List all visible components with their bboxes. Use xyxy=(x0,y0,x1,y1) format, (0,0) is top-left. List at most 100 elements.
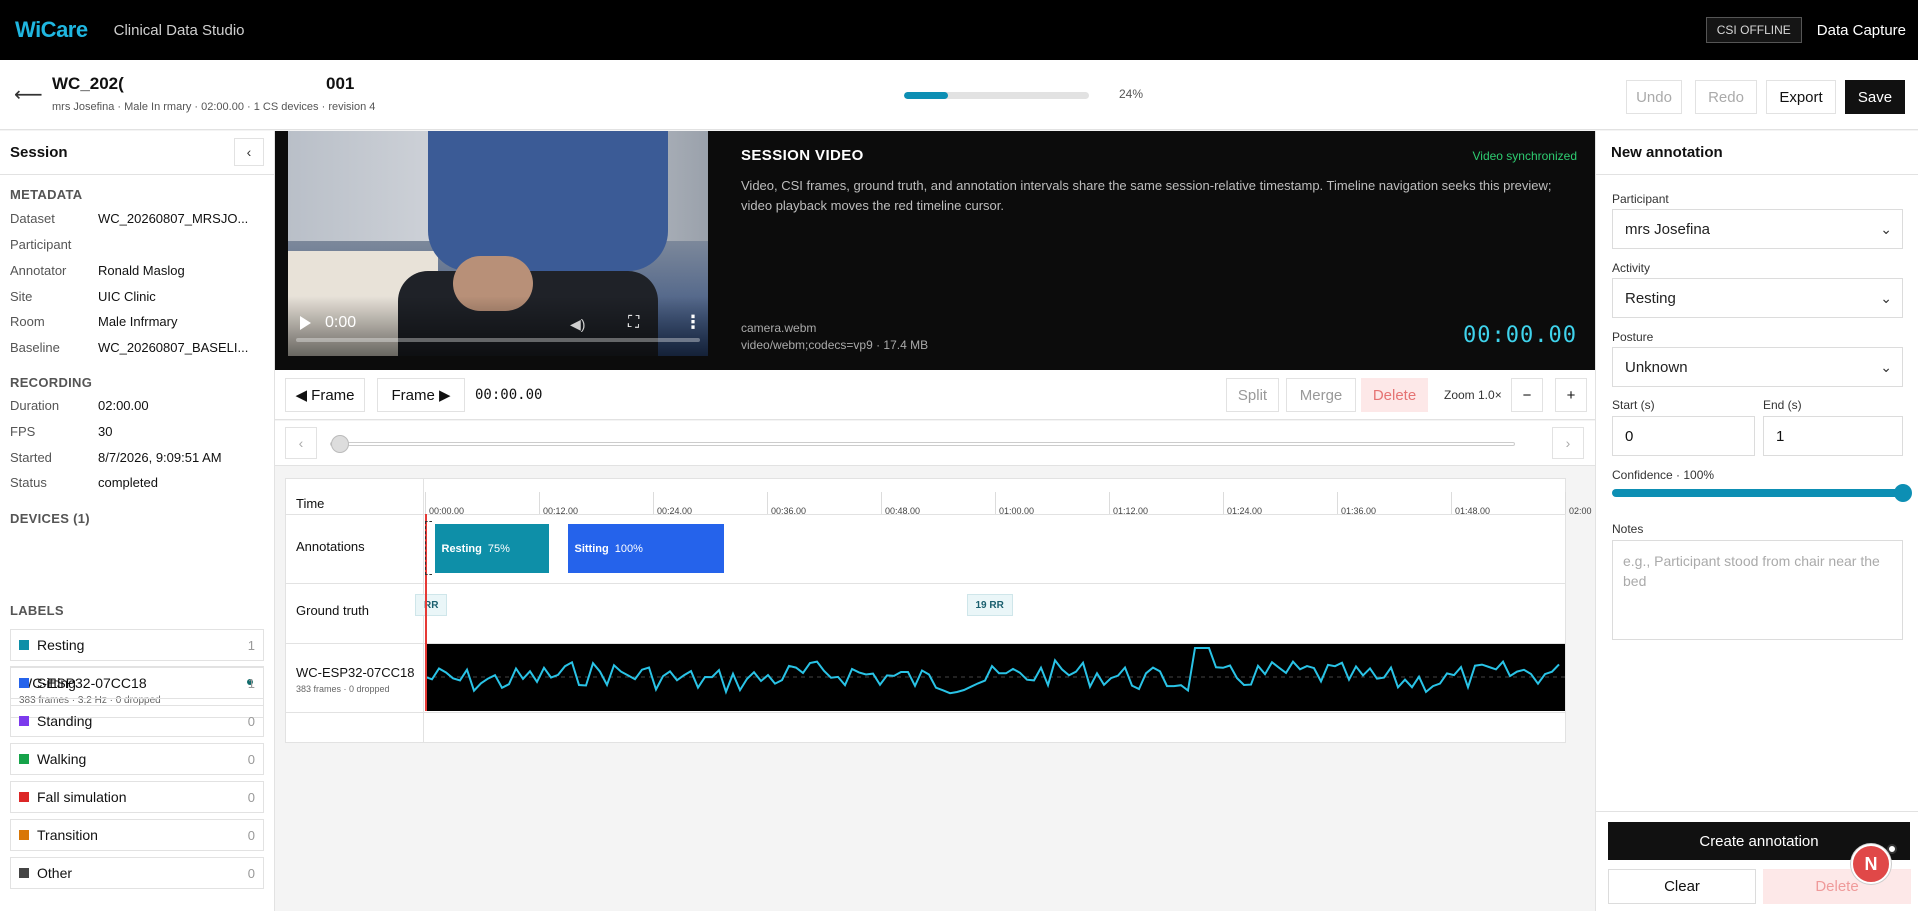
label-color-swatch xyxy=(19,678,29,688)
next-frame-button[interactable]: Frame ▶ xyxy=(377,378,465,412)
time-tick xyxy=(881,492,882,514)
time-tick xyxy=(1337,492,1338,514)
notes-textarea[interactable]: e.g., Participant stood from chair near … xyxy=(1612,540,1903,640)
start-input[interactable]: 0 xyxy=(1612,416,1755,456)
annotation-confidence: 100% xyxy=(614,542,643,555)
timeline-row-labels: Time Annotations Ground truth WC-ESP32-0… xyxy=(286,479,424,742)
csi-waveform[interactable] xyxy=(425,644,1565,711)
video-file-meta: video/webm;codecs=vp9 · 17.4 MB xyxy=(741,338,929,352)
user-avatar[interactable]: N xyxy=(1851,844,1891,884)
metadata-section-title: METADATA xyxy=(10,187,83,202)
video-player[interactable]: 0:00 ◀) ⛶ ⋮ xyxy=(288,131,708,356)
label-name: Other xyxy=(37,865,73,881)
save-button[interactable]: Save xyxy=(1845,80,1905,114)
label-item-sitting[interactable]: Sitting 1 xyxy=(10,667,264,699)
prev-frame-button[interactable]: ◀ Frame xyxy=(285,378,365,412)
session-sidebar: Session ‹ METADATA Dataset WC_20260807_MR… xyxy=(0,131,275,911)
video-sync-status: Video synchronized xyxy=(1472,149,1577,163)
data-capture-link[interactable]: Data Capture xyxy=(1817,22,1906,39)
fullscreen-icon[interactable]: ⛶ xyxy=(628,314,639,332)
label-color-swatch xyxy=(19,640,29,650)
time-tick-label: 01:36.00 xyxy=(1341,506,1377,516)
chevron-left-icon: ‹ xyxy=(298,435,304,451)
row-divider xyxy=(286,712,1565,713)
annotation-block-resting[interactable]: Resting 75% xyxy=(434,524,549,573)
label-name: Fall simulation xyxy=(37,789,127,805)
video-section-title: SESSION VIDEO xyxy=(741,147,864,164)
label-item-standing[interactable]: Standing 0 xyxy=(10,705,264,737)
time-tick-label: 00:36.00 xyxy=(771,506,807,516)
row-label-ground-truth: Ground truth xyxy=(296,603,369,618)
progress-fill xyxy=(904,92,949,99)
ground-truth-marker[interactable]: RR xyxy=(415,594,448,616)
label-item-other[interactable]: Other 0 xyxy=(10,857,264,889)
label-name: Standing xyxy=(37,713,93,729)
activity-select[interactable]: Resting ⌄ xyxy=(1612,278,1903,318)
label-count: 1 xyxy=(247,675,255,691)
scroll-left-button[interactable]: ‹ xyxy=(285,427,317,459)
video-current-time: 0:00 xyxy=(325,314,357,331)
delete-annotation-button[interactable]: Delete xyxy=(1763,869,1911,904)
session-video-panel: 0:00 ◀) ⛶ ⋮ SESSION VIDEO Video synchron… xyxy=(275,131,1595,370)
split-button[interactable]: Split xyxy=(1226,378,1279,412)
waveform-svg xyxy=(425,647,1565,695)
redo-button[interactable]: Redo xyxy=(1695,80,1757,114)
label-item-fall-simulation[interactable]: Fall simulation 0 xyxy=(10,781,264,813)
posture-select[interactable]: Unknown ⌄ xyxy=(1612,347,1903,387)
more-options-icon[interactable]: ⋮ xyxy=(684,312,702,333)
time-tick-label: 01:48.00 xyxy=(1455,506,1491,516)
time-tick-label: 01:12.00 xyxy=(1113,506,1149,516)
label-item-walking[interactable]: Walking 0 xyxy=(10,743,264,775)
participant-select[interactable]: mrs Josefina ⌄ xyxy=(1612,209,1903,249)
confidence-slider-track[interactable] xyxy=(1612,489,1902,497)
ground-truth-marker[interactable]: 19 RR xyxy=(966,594,1013,616)
app-root: WiCare Clinical Data Studio CSI OFFLINE … xyxy=(0,0,1918,911)
volume-icon[interactable]: ◀) xyxy=(570,316,585,333)
toolbar-time: 00:00.00 xyxy=(475,387,543,403)
sidebar-header: Session xyxy=(0,131,274,175)
row-label-time: Time xyxy=(296,496,325,511)
video-file-name: camera.webm xyxy=(741,321,817,335)
time-tick xyxy=(1109,492,1110,514)
export-button[interactable]: Export xyxy=(1766,80,1836,114)
collapse-sidebar-button[interactable]: ‹ xyxy=(234,138,264,166)
undo-button[interactable]: Undo xyxy=(1626,80,1682,114)
play-icon[interactable] xyxy=(300,316,311,330)
back-button[interactable]: ⟵ xyxy=(14,82,43,107)
zoom-out-button[interactable]: − xyxy=(1511,378,1543,412)
activity-value: Resting xyxy=(1625,289,1676,307)
rec-row-started: Started 8/7/2026, 9:09:51 AM xyxy=(10,450,222,465)
time-tick xyxy=(1223,492,1224,514)
video-timestamp: 00:00.00 xyxy=(1463,323,1577,348)
annotation-label: Sitting xyxy=(574,542,609,555)
label-name: Transition xyxy=(37,827,98,843)
time-tick xyxy=(425,492,426,514)
confidence-slider-thumb[interactable] xyxy=(1894,484,1912,502)
end-label: End (s) xyxy=(1763,398,1802,412)
time-tick xyxy=(653,492,654,514)
end-input[interactable]: 1 xyxy=(1763,416,1903,456)
annotation-block-sitting[interactable]: Sitting 100% xyxy=(567,524,725,573)
annotation-drag-handle[interactable] xyxy=(425,521,432,575)
timeline: Time Annotations Ground truth WC-ESP32-0… xyxy=(285,478,1592,743)
chevron-down-icon: ⌄ xyxy=(1880,359,1892,375)
label-item-transition[interactable]: Transition 0 xyxy=(10,819,264,851)
scrub-thumb[interactable] xyxy=(331,435,349,453)
delete-button[interactable]: Delete xyxy=(1361,378,1428,412)
video-seek-bar[interactable] xyxy=(296,338,700,342)
merge-button[interactable]: Merge xyxy=(1286,378,1356,412)
zoom-in-button[interactable]: + xyxy=(1555,378,1587,412)
time-tick xyxy=(767,492,768,514)
scrub-track[interactable] xyxy=(330,442,1515,446)
time-tick xyxy=(1451,492,1452,514)
label-item-resting[interactable]: Resting 1 xyxy=(10,629,264,661)
label-name: Resting xyxy=(37,637,85,653)
meta-row-room: Room Male Infrmary xyxy=(10,314,178,329)
app-logo[interactable]: WiCare xyxy=(15,17,88,43)
annotation-progress-bar xyxy=(904,92,1089,99)
clear-button[interactable]: Clear xyxy=(1608,869,1756,904)
video-controls: 0:00 ◀) ⛶ ⋮ xyxy=(288,296,708,356)
time-tick xyxy=(995,492,996,514)
scroll-right-button[interactable]: › xyxy=(1552,427,1584,459)
meta-row-dataset: Dataset WC_20260807_MRSJO... xyxy=(10,211,249,226)
